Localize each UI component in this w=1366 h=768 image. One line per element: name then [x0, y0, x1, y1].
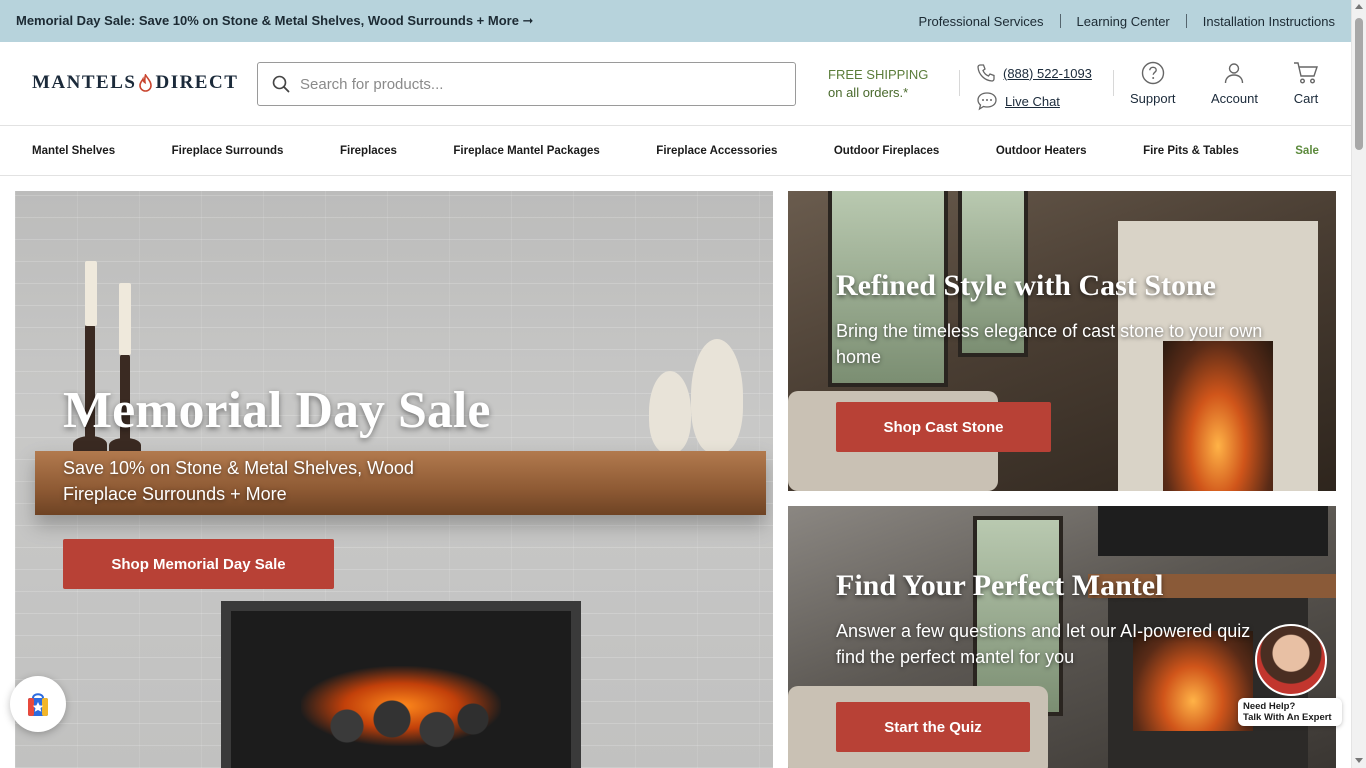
divider — [959, 70, 960, 96]
divider — [1113, 70, 1114, 96]
shop-memorial-day-sale-button[interactable]: Shop Memorial Day Sale — [63, 539, 334, 589]
nav-mantel-shelves[interactable]: Mantel Shelves — [32, 145, 115, 157]
support-label: Support — [1130, 91, 1176, 106]
free-shipping-notice: FREE SHIPPING on all orders.* — [828, 66, 928, 102]
expert-avatar — [1255, 624, 1327, 696]
rewards-widget-button[interactable] — [10, 676, 66, 732]
shop-cast-stone-button[interactable]: Shop Cast Stone — [836, 402, 1051, 452]
account-icon — [1225, 63, 1244, 84]
site-logo[interactable]: MANTELS DIRECT — [32, 72, 238, 94]
divider — [1059, 14, 1061, 28]
card-title: Find Your Perfect Mantel — [836, 569, 1164, 602]
installation-instructions-link[interactable]: Installation Instructions — [1203, 14, 1335, 29]
phone-icon — [977, 64, 995, 82]
hero-banner[interactable]: Memorial Day Sale Save 10% on Stone & Me… — [15, 191, 773, 768]
professional-services-link[interactable]: Professional Services — [919, 14, 1044, 29]
page-scrollbar[interactable] — [1351, 0, 1366, 768]
expert-label: Need Help? Talk With An Expert — [1238, 698, 1342, 726]
talk-with-expert-widget[interactable]: Need Help? Talk With An Expert — [1238, 624, 1342, 728]
fire-logs — [311, 691, 491, 761]
contact-block: (888) 522-1093 Live Chat — [976, 59, 1092, 115]
candle-holder-base — [109, 438, 141, 452]
tv-image — [1098, 506, 1328, 556]
support-icon — [1141, 61, 1164, 85]
card-title: Refined Style with Cast Stone — [836, 269, 1216, 302]
rewards-icon — [28, 693, 48, 716]
candle-image — [119, 283, 131, 355]
promo-bar: Memorial Day Sale: Save 10% on Stone & M… — [0, 0, 1351, 42]
main-nav: Mantel Shelves Fireplace Surrounds Firep… — [0, 127, 1351, 176]
live-chat-link[interactable]: Live Chat — [976, 87, 1092, 115]
chat-icon — [977, 92, 997, 111]
nav-outdoor-heaters[interactable]: Outdoor Heaters — [996, 145, 1087, 157]
divider — [1185, 14, 1187, 28]
nav-fireplace-surrounds[interactable]: Fireplace Surrounds — [172, 145, 284, 157]
hero-title: Memorial Day Sale — [63, 382, 491, 439]
phone-number[interactable]: (888) 522-1093 — [1003, 66, 1092, 81]
nav-fireplace-accessories[interactable]: Fireplace Accessories — [656, 145, 777, 157]
account-label: Account — [1211, 91, 1258, 106]
candle-image — [85, 261, 97, 326]
expert-label-line-1: Need Help? — [1243, 701, 1296, 712]
scrollbar-thumb[interactable] — [1355, 18, 1363, 150]
nav-fireplaces[interactable]: Fireplaces — [340, 145, 397, 157]
hero-subtitle: Save 10% on Stone & Metal Shelves, Wood … — [63, 458, 414, 504]
start-the-quiz-button[interactable]: Start the Quiz — [836, 702, 1030, 752]
search-input[interactable] — [300, 75, 770, 93]
cast-stone-promo-card[interactable]: Refined Style with Cast Stone Bring the … — [788, 191, 1336, 491]
card-subtitle: Answer a few questions and let our AI-po… — [836, 621, 1251, 667]
shipping-line-2: on all orders.* — [828, 85, 909, 100]
flame-icon — [139, 74, 153, 92]
search-icon — [272, 75, 290, 93]
logo-text-right: DIRECT — [155, 72, 239, 93]
nav-sale[interactable]: Sale — [1295, 145, 1319, 157]
logo-text-left: MANTELS — [32, 72, 137, 93]
cart-label: Cart — [1293, 91, 1319, 106]
learning-center-link[interactable]: Learning Center — [1077, 14, 1170, 29]
cart-link[interactable]: Cart — [1293, 61, 1319, 106]
vase-image — [649, 371, 691, 453]
nav-fire-pits-tables[interactable]: Fire Pits & Tables — [1143, 145, 1239, 157]
promo-link[interactable]: Memorial Day Sale: Save 10% on Stone & M… — [16, 13, 533, 29]
fireplace-image — [221, 601, 581, 768]
shipping-line-1: FREE SHIPPING — [828, 67, 929, 82]
site-header: MANTELS DIRECT FREE SHIPPING on all orde… — [0, 42, 1351, 126]
nav-fireplace-mantel-packages[interactable]: Fireplace Mantel Packages — [453, 145, 599, 157]
scroll-up-arrow-icon[interactable] — [1355, 4, 1363, 9]
nav-outdoor-fireplaces[interactable]: Outdoor Fireplaces — [834, 145, 939, 157]
search-box[interactable] — [257, 62, 796, 106]
account-link[interactable]: Account — [1211, 61, 1258, 106]
scroll-down-arrow-icon[interactable] — [1355, 758, 1363, 763]
card-subtitle: Bring the timeless elegance of cast ston… — [836, 321, 1263, 367]
cart-icon — [1294, 62, 1318, 84]
phone-link[interactable]: (888) 522-1093 — [976, 59, 1092, 87]
live-chat-label[interactable]: Live Chat — [1005, 94, 1060, 109]
expert-label-line-2: Talk With An Expert — [1243, 712, 1332, 723]
vase-image — [691, 339, 743, 453]
support-link[interactable]: Support — [1130, 61, 1176, 106]
utility-links: Professional Services Learning Center In… — [919, 14, 1335, 29]
